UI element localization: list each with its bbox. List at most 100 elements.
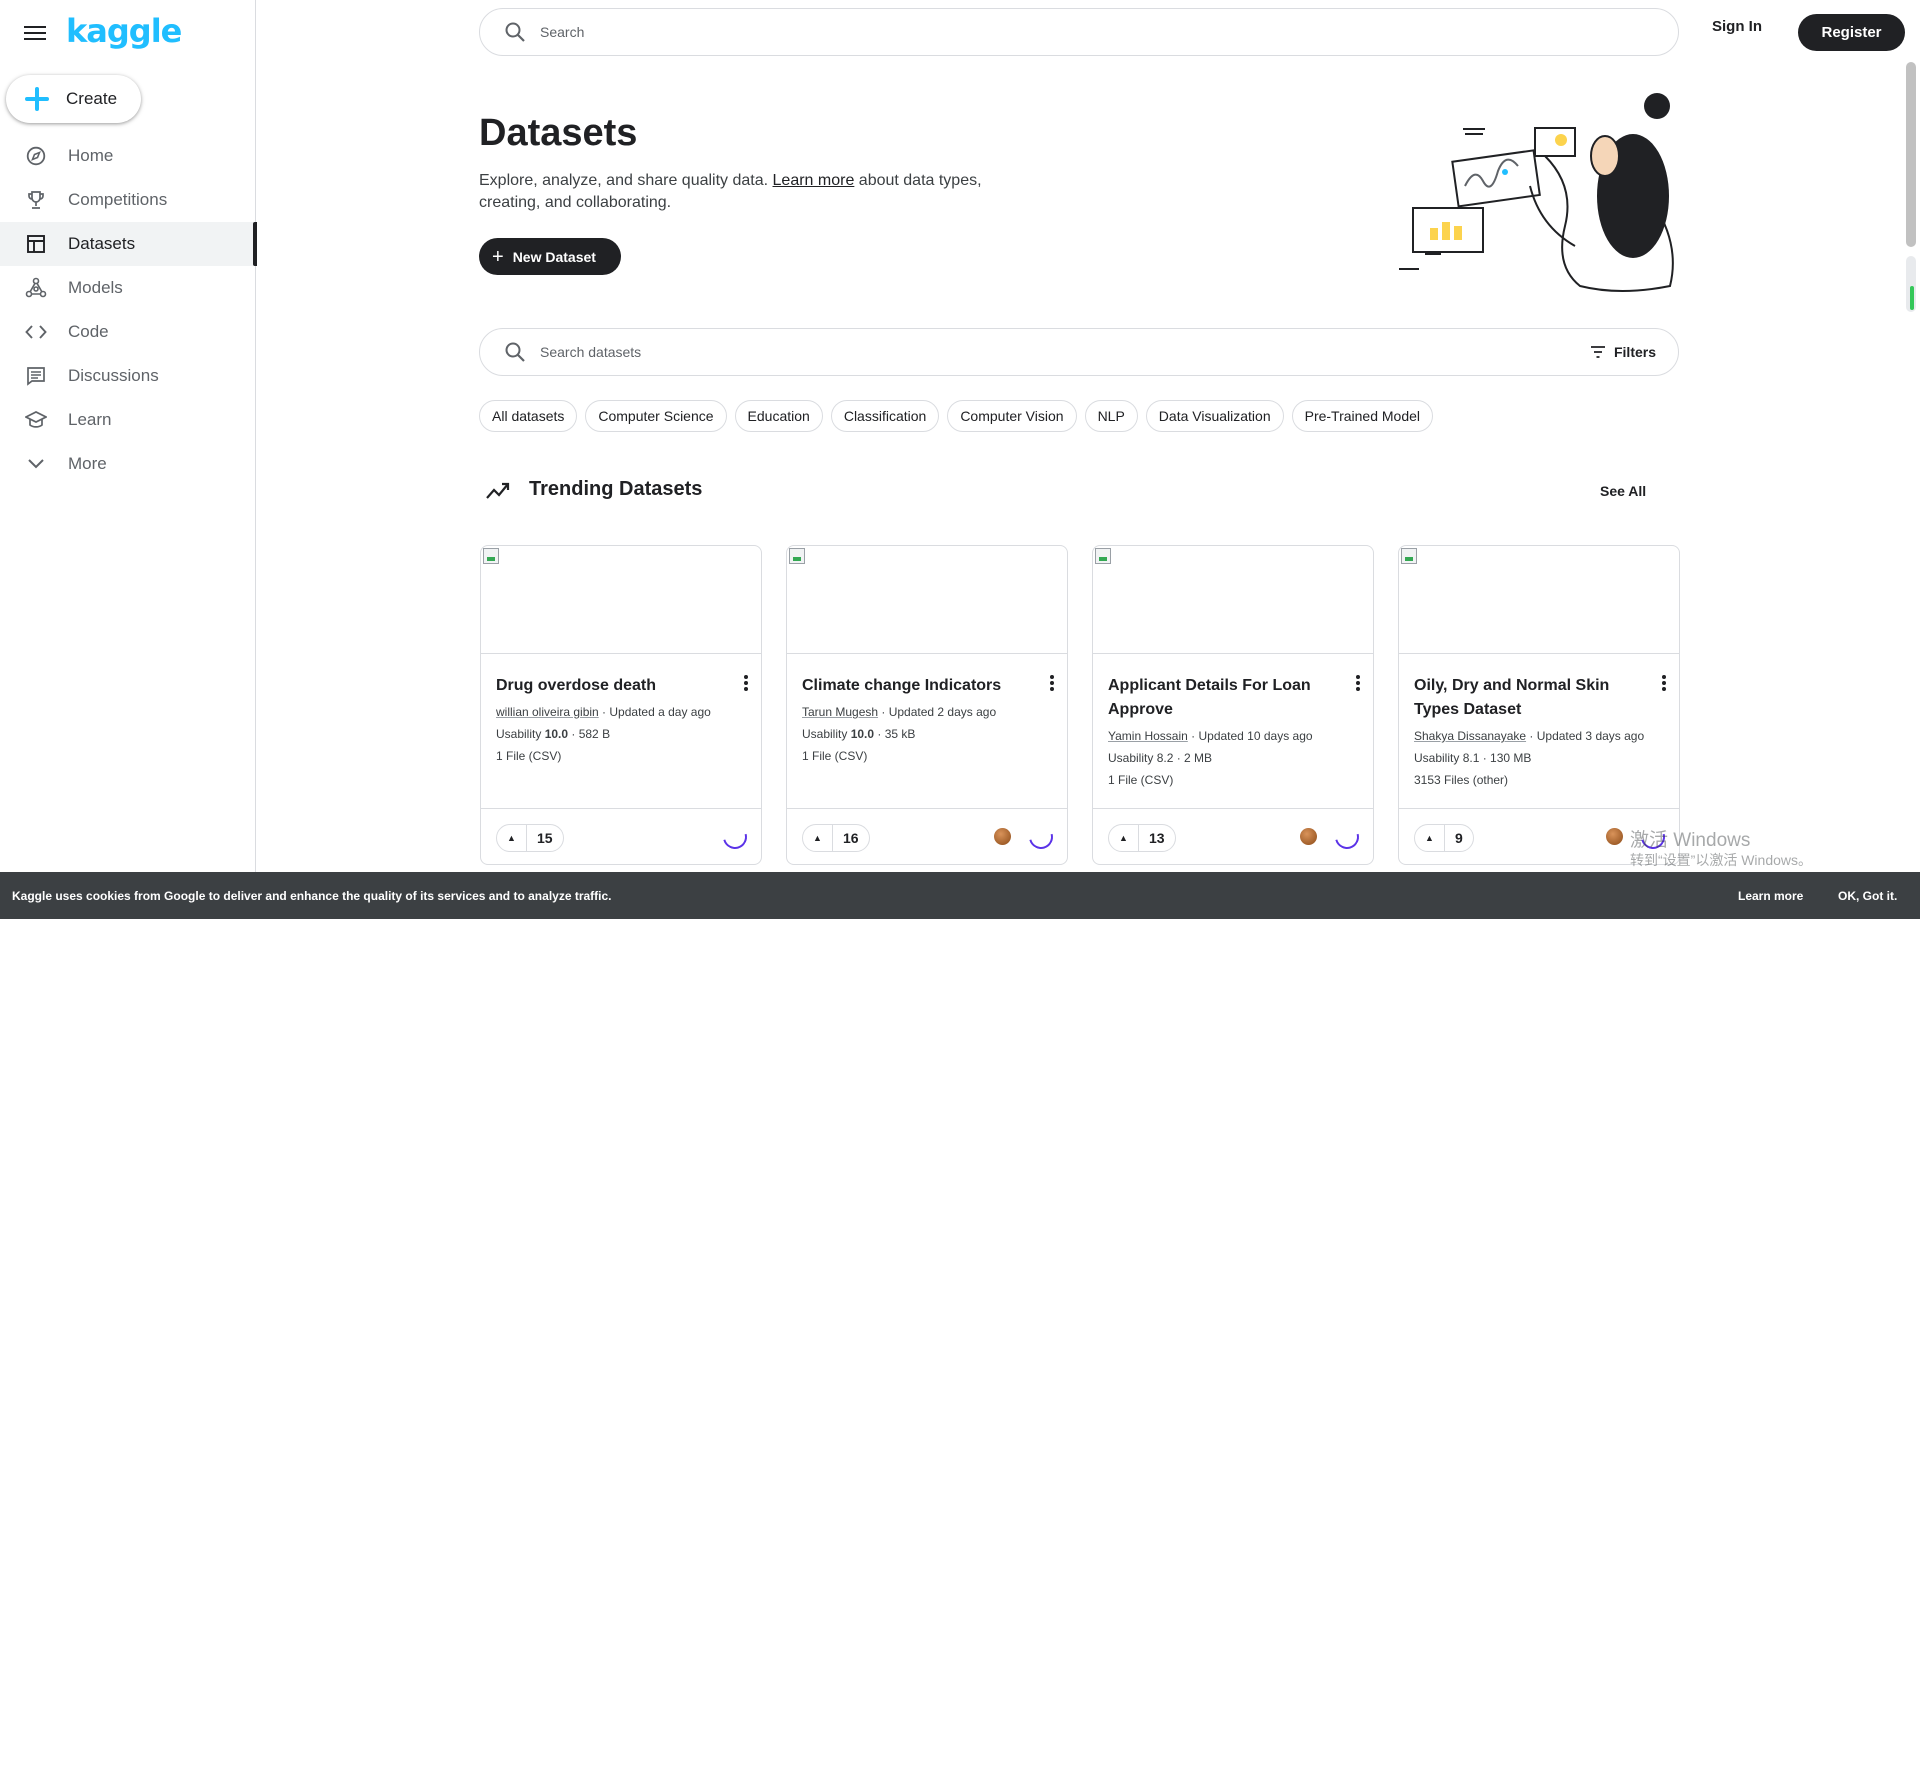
more-options-icon[interactable] <box>1661 674 1667 692</box>
see-all-link[interactable]: See All <box>1600 483 1646 499</box>
trending-header: Trending Datasets <box>485 478 702 501</box>
chip-computer-vision[interactable]: Computer Vision <box>947 400 1077 432</box>
trending-title: Trending Datasets <box>529 478 703 500</box>
trophy-icon <box>24 188 48 212</box>
sidebar-item-models[interactable]: Models <box>0 266 256 310</box>
dataset-title[interactable]: Applicant Details For Loan Approve <box>1108 674 1338 722</box>
sidebar-item-label: Models <box>68 278 123 297</box>
dataset-card[interactable]: Oily, Dry and Normal Skin Types Dataset … <box>1398 545 1680 865</box>
chip-classification[interactable]: Classification <box>830 400 940 432</box>
vote-count: 15 <box>537 830 553 846</box>
bronze-medal-icon <box>1606 828 1623 845</box>
windows-activation-text: 转到“设置”以激活 Windows。 <box>1630 852 1813 868</box>
dataset-thumbnail <box>1399 546 1679 654</box>
sidebar-item-label: Home <box>68 146 114 165</box>
updated-text: · Updated 2 days ago <box>878 705 997 719</box>
learn-more-link[interactable]: Learn more <box>773 172 855 189</box>
dataset-title[interactable]: Climate change Indicators <box>802 674 1032 698</box>
sidebar-item-label: Learn <box>68 410 112 429</box>
cookie-banner: Kaggle uses cookies from Google to deliv… <box>0 872 1920 1783</box>
plus-icon <box>22 84 52 114</box>
discussion-icon <box>24 364 48 388</box>
files-text: 1 File (CSV) <box>496 749 562 763</box>
upvote-button[interactable]: ▲ 13 <box>1108 824 1176 852</box>
upvote-button[interactable]: ▲ 15 <box>496 824 564 852</box>
caret-up-icon: ▲ <box>803 825 833 851</box>
size-text: · 2 MB <box>1173 751 1213 765</box>
broken-image-icon <box>483 548 499 564</box>
dataset-card[interactable]: Applicant Details For Loan Approve Yamin… <box>1092 545 1374 865</box>
vote-count: 16 <box>843 830 859 846</box>
sign-in-link[interactable]: Sign In <box>1712 18 1762 35</box>
more-options-icon[interactable] <box>1049 674 1055 692</box>
cookie-text: Kaggle uses cookies from Google to deliv… <box>12 888 612 903</box>
usability-label: Usability <box>1414 751 1463 765</box>
register-button[interactable]: Register <box>1798 14 1905 51</box>
dataset-title[interactable]: Oily, Dry and Normal Skin Types Dataset <box>1414 674 1644 722</box>
create-button[interactable]: Create <box>6 75 141 123</box>
models-icon <box>24 276 48 300</box>
search-icon <box>505 342 525 362</box>
bronze-medal-icon <box>1300 828 1317 845</box>
scroll-indicator <box>1910 286 1914 310</box>
sidebar-item-learn[interactable]: Learn <box>0 398 256 442</box>
sidebar-item-code[interactable]: Code <box>0 310 256 354</box>
dataset-meta: willian oliveira gibin · Updated a day a… <box>496 701 711 767</box>
csdn-watermark: CSDN @人生万事须自为，跬步江山即寥廓。 <box>1525 1763 1888 1783</box>
dataset-meta: Tarun Mugesh · Updated 2 days ago Usabil… <box>802 701 996 767</box>
usability-label: Usability <box>496 727 545 741</box>
global-search-input[interactable] <box>540 24 1678 40</box>
upvote-button[interactable]: ▲ 9 <box>1414 824 1474 852</box>
chip-all-datasets[interactable]: All datasets <box>479 400 578 432</box>
dataset-search-input[interactable] <box>540 344 1590 360</box>
cookie-learn-more-button[interactable]: Learn more <box>1738 889 1803 903</box>
chip-data-visualization[interactable]: Data Visualization <box>1145 400 1284 432</box>
cookie-ok-button[interactable]: OK, Got it. <box>1838 889 1897 903</box>
filter-icon <box>1590 346 1605 358</box>
dataset-search-box[interactable]: Filters <box>479 328 1679 376</box>
sidebar-item-more[interactable]: More <box>0 442 256 486</box>
loading-spinner <box>1024 820 1058 854</box>
scrollbar-thumb[interactable] <box>1906 62 1916 247</box>
chip-computer-science[interactable]: Computer Science <box>585 400 727 432</box>
windows-activation-title: 激活 Windows <box>1630 830 1751 851</box>
more-options-icon[interactable] <box>1355 674 1361 692</box>
chevron-down-icon <box>24 452 48 476</box>
author-link[interactable]: Yamin Hossain <box>1108 729 1188 743</box>
upvote-button[interactable]: ▲ 16 <box>802 824 870 852</box>
card-footer: ▲ 15 <box>481 808 761 864</box>
dataset-card[interactable]: Drug overdose death willian oliveira gib… <box>480 545 762 865</box>
menu-icon[interactable] <box>24 22 46 40</box>
dataset-thumbnail <box>1093 546 1373 654</box>
author-link[interactable]: Shakya Dissanayake <box>1414 729 1526 743</box>
sidebar-nav: Home Competitions Datasets Models Code D… <box>0 134 257 486</box>
chip-pre-trained-model[interactable]: Pre-Trained Model <box>1291 400 1434 432</box>
chip-education[interactable]: Education <box>734 400 823 432</box>
updated-text: · Updated a day ago <box>598 705 711 719</box>
sidebar-item-label: Code <box>68 322 109 341</box>
size-text: · 130 MB <box>1479 751 1532 765</box>
new-dataset-button[interactable]: + New Dataset <box>479 238 621 275</box>
global-search-box[interactable] <box>479 8 1679 56</box>
sidebar-item-home[interactable]: Home <box>0 134 256 178</box>
author-link[interactable]: Tarun Mugesh <box>802 705 878 719</box>
files-text: 3153 Files (other) <box>1414 773 1509 787</box>
loading-spinner <box>718 820 752 854</box>
filters-button[interactable]: Filters <box>1590 344 1656 360</box>
dataset-card[interactable]: Climate change Indicators Tarun Mugesh ·… <box>786 545 1068 865</box>
hero-illustration <box>1399 93 1674 292</box>
caret-up-icon: ▲ <box>1415 825 1445 851</box>
usability-score: 8.1 <box>1462 751 1480 765</box>
bronze-medal-icon <box>994 828 1011 845</box>
more-options-icon[interactable] <box>743 674 749 692</box>
author-link[interactable]: willian oliveira gibin <box>496 705 599 719</box>
sidebar-item-discussions[interactable]: Discussions <box>0 354 256 398</box>
dataset-title[interactable]: Drug overdose death <box>496 674 726 698</box>
sidebar-item-competitions[interactable]: Competitions <box>0 178 256 222</box>
filters-label: Filters <box>1613 344 1656 360</box>
category-chips: All datasets Computer Science Education … <box>479 400 1434 432</box>
sidebar-item-datasets[interactable]: Datasets <box>0 222 257 266</box>
kaggle-logo[interactable]: kaggle <box>66 12 182 50</box>
chip-nlp[interactable]: NLP <box>1084 400 1138 432</box>
broken-image-icon <box>1095 548 1111 564</box>
